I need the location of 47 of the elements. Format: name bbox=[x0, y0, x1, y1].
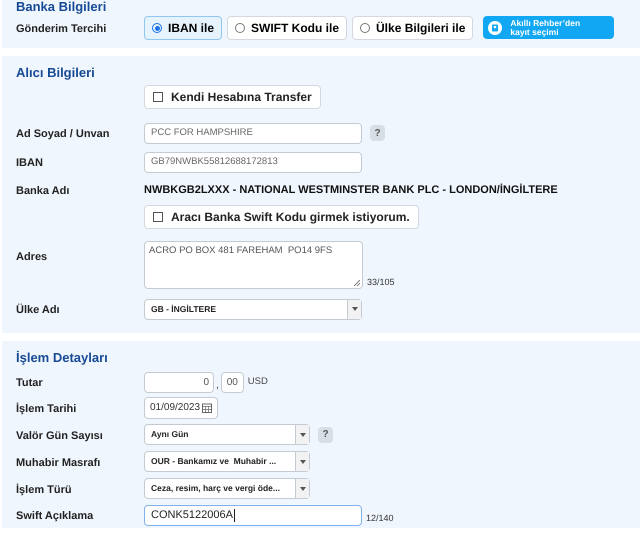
text-field[interactable]: CONK5122006A bbox=[144, 504, 362, 526]
resize-handle-icon bbox=[354, 280, 360, 286]
field-label: İşlem Türü bbox=[16, 484, 72, 496]
amount-field[interactable]: 0 bbox=[144, 372, 214, 392]
checkbox-button[interactable]: Kendi Hesabına Transfer bbox=[144, 85, 321, 109]
field-label: Gönderim Tercihi bbox=[16, 23, 106, 35]
radio-option[interactable]: IBAN ile bbox=[144, 16, 222, 40]
section-title: Alıcı Bilgileri bbox=[16, 64, 96, 82]
dropdown[interactable]: Aynı Gün bbox=[144, 424, 310, 445]
field-label: Tutar bbox=[16, 377, 43, 389]
cents-field[interactable]: 00 bbox=[220, 372, 244, 392]
address-field[interactable]: ACRO PO BOX 481 FAREHAM PO14 9FS bbox=[144, 241, 363, 289]
currency-label: USD bbox=[248, 374, 268, 389]
dropdown[interactable]: OUR - Bankamız ve Muhabir ... bbox=[144, 451, 310, 472]
field-label: Banka Adı bbox=[16, 185, 70, 197]
section-title: İşlem Detayları bbox=[16, 349, 109, 367]
character-counter: 12/140 bbox=[366, 512, 394, 525]
caret-icon bbox=[295, 479, 309, 498]
caret-icon bbox=[295, 452, 309, 471]
field-label: IBAN bbox=[16, 157, 43, 169]
field-label: Ülke Adı bbox=[16, 304, 60, 316]
caret-icon bbox=[295, 425, 309, 444]
section-title: Banka Bilgileri bbox=[16, 0, 108, 13]
contact-icon bbox=[488, 20, 502, 34]
dropdown[interactable]: GB - İNGİLTERE bbox=[144, 298, 362, 320]
field-label: Adres bbox=[16, 251, 48, 263]
field-label: Muhabir Masrafı bbox=[16, 456, 100, 468]
field-label: İşlem Tarihi bbox=[16, 402, 76, 414]
calendar-icon bbox=[202, 402, 212, 412]
help-badge[interactable]: ? bbox=[318, 426, 333, 442]
field-label: Ad Soyad / Unvan bbox=[16, 128, 110, 140]
decimal-separator: , bbox=[216, 378, 219, 392]
help-badge[interactable]: ? bbox=[370, 125, 385, 141]
field-label: Swift Açıklama bbox=[16, 510, 94, 522]
radio-option[interactable]: SWIFT Kodu ile bbox=[227, 16, 348, 40]
text-field[interactable]: PCC FOR HAMPSHIRE bbox=[144, 122, 362, 144]
date-field[interactable]: 01/09/2023 bbox=[144, 396, 218, 418]
dropdown[interactable]: Ceza, resim, harç ve vergi öde... bbox=[144, 478, 310, 499]
checkbox-button[interactable]: Aracı Banka Swift Kodu girmek istiyorum. bbox=[144, 205, 419, 229]
field-label: Valör Gün Sayısı bbox=[16, 430, 103, 442]
bank-name: NWBKGB2LXXX - NATIONAL WESTMINSTER BANK PLC - LONDON/İNGİLTERE bbox=[144, 182, 558, 198]
checkbox[interactable] bbox=[153, 212, 163, 222]
radio-option[interactable]: Ülke Bilgileri ile bbox=[352, 16, 474, 40]
checkbox[interactable] bbox=[153, 92, 163, 102]
text-field[interactable]: GB79NWBK55812688172813 bbox=[144, 152, 362, 172]
character-counter: 33/105 bbox=[367, 276, 395, 288]
caret-icon bbox=[347, 300, 361, 318]
